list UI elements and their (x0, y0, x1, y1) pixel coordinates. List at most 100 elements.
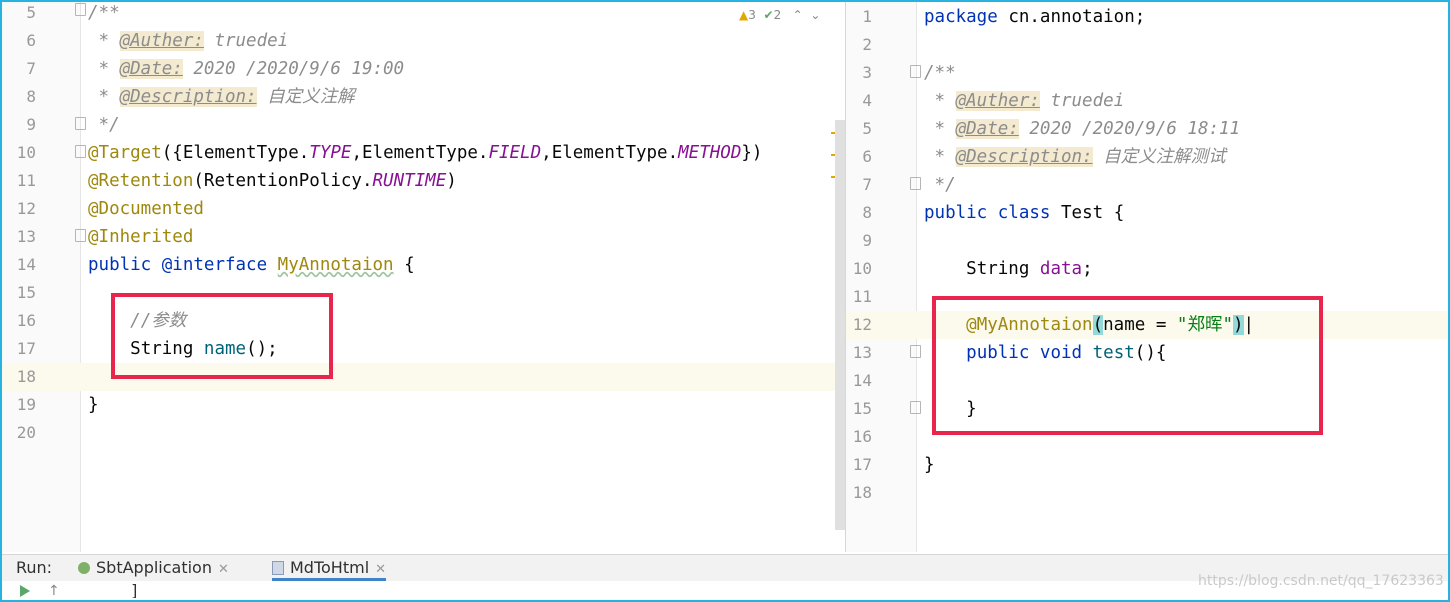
run-tab-label: MdToHtml (290, 558, 370, 577)
code-line[interactable]: 14 public @interface MyAnnotaion { (2, 251, 845, 279)
line-number: 5 (862, 119, 872, 138)
doc-close: */ (98, 115, 120, 135)
code-line[interactable]: 3 /** (846, 59, 1448, 87)
fold-icon[interactable] (75, 145, 86, 158)
code-text: @Retention(RetentionPolicy.RUNTIME) (88, 171, 457, 191)
code-line[interactable]: 7 * @Date: 2020 /2020/9/6 19:00 (2, 55, 845, 83)
line-number: 9 (26, 115, 36, 134)
code-line[interactable]: 11 @Retention(RetentionPolicy.RUNTIME) (2, 167, 845, 195)
right-editor-pane[interactable]: 1 package cn.annotaion; 2 3 /** 4 * @Aut… (846, 2, 1448, 552)
line-number: 2 (862, 35, 872, 54)
code-line[interactable]: 9 (846, 227, 1448, 255)
code-text: * @Date: 2020 /2020/9/6 19:00 (88, 59, 405, 79)
type-token: RetentionPolicy (203, 171, 362, 191)
fold-icon[interactable] (910, 177, 921, 190)
doc-tag: @Description: (119, 87, 257, 107)
keyword-token: @interface (161, 255, 268, 275)
line-number: 8 (26, 87, 36, 106)
line-number: 19 (16, 395, 36, 414)
line-number: 11 (852, 287, 872, 306)
fold-icon[interactable] (75, 117, 86, 130)
fold-icon[interactable] (910, 65, 921, 78)
code-line[interactable]: 12 @Documented (2, 195, 845, 223)
field-token: data (1039, 259, 1083, 279)
type-token: ElementType (362, 143, 478, 163)
code-text: public class Test { (924, 203, 1125, 223)
line-number: 1 (862, 7, 872, 26)
code-line[interactable]: 8 * @Description: 自定义注解 (2, 83, 845, 111)
run-tab-sbtapplication[interactable]: SbtApplication ✕ (78, 555, 229, 581)
line-number: 13 (16, 227, 36, 246)
inspection-widget[interactable]: ▲3 ✔2 ⌃ ⌄ (739, 8, 820, 22)
fold-icon[interactable] (910, 345, 921, 358)
doc-tag: @Auther: (119, 31, 204, 51)
code-line[interactable]: 7 */ (846, 171, 1448, 199)
code-text: String data; (966, 259, 1093, 279)
code-text: public @interface MyAnnotaion { (88, 255, 415, 275)
fold-icon[interactable] (910, 401, 921, 414)
line-number: 4 (862, 91, 872, 110)
code-line[interactable]: 2 (846, 31, 1448, 59)
doc-tag: @Description: (955, 147, 1093, 167)
code-text: package cn.annotaion; (924, 3, 1145, 31)
constant-token: RUNTIME (372, 171, 447, 191)
fold-icon[interactable] (75, 3, 86, 16)
line-number: 18 (16, 367, 36, 386)
left-editor-pane[interactable]: 5 /** 6 * @Auther: truedei 7 * @Date: 20… (2, 2, 845, 552)
line-number: 16 (16, 311, 36, 330)
rerun-icon[interactable] (20, 585, 30, 597)
code-text: @Inherited (88, 227, 194, 247)
code-line[interactable]: 10 String data; (846, 255, 1448, 283)
code-line[interactable]: 5 * @Date: 2020 /2020/9/6 18:11 (846, 115, 1448, 143)
code-line[interactable]: 9 */ (2, 111, 845, 139)
run-tab-label: SbtApplication (96, 558, 212, 577)
vertical-scrollbar[interactable] (835, 120, 845, 530)
code-line[interactable]: 20 (2, 419, 845, 447)
close-icon[interactable]: ✕ (375, 562, 386, 577)
close-icon[interactable]: ✕ (218, 562, 229, 577)
doc-value: 2020 /2020/9/6 18:11 (1029, 119, 1241, 139)
code-text: /** (924, 63, 956, 83)
line-number: 3 (862, 63, 872, 82)
constant-token: FIELD (488, 143, 542, 163)
line-number: 6 (862, 147, 872, 166)
fold-icon[interactable] (75, 229, 86, 242)
line-number: 17 (852, 455, 872, 474)
constant-token: TYPE (309, 143, 352, 163)
code-text: */ (924, 171, 956, 199)
code-line[interactable]: 10 @Target({ElementType.TYPE,ElementType… (2, 139, 845, 167)
code-line[interactable]: 5 /** (2, 2, 845, 27)
line-number: 16 (852, 427, 872, 446)
run-tab-mdtohtml[interactable]: MdToHtml ✕ (272, 555, 387, 581)
code-line[interactable]: 19 } (2, 391, 845, 419)
annotation-name: MyAnnotaion (277, 255, 394, 275)
type-token: ElementType (551, 143, 668, 163)
code-line[interactable]: 4 * @Auther: truedei (846, 87, 1448, 115)
constant-token: METHOD (678, 143, 742, 163)
chevron-down-icon[interactable]: ⌄ (810, 8, 820, 22)
line-number: 8 (862, 203, 872, 222)
code-line[interactable]: 8 public class Test { (846, 199, 1448, 227)
code-line[interactable]: 1 package cn.annotaion; (846, 3, 1448, 31)
up-arrow-icon[interactable]: ↑ (48, 583, 60, 598)
code-line[interactable]: 13 @Inherited (2, 223, 845, 251)
code-line[interactable]: 6 * @Description: 自定义注解测试 (846, 143, 1448, 171)
code-line[interactable]: 18 (846, 479, 1448, 507)
code-text: @Documented (88, 199, 204, 219)
line-number: 20 (16, 423, 36, 442)
highlight-box (111, 293, 333, 379)
console-output: ] (130, 581, 140, 598)
keyword-token: public (924, 203, 988, 223)
chevron-up-icon[interactable]: ⌃ (793, 8, 803, 22)
keyword-token: public (88, 255, 152, 275)
code-text: @Target({ElementType.TYPE,ElementType.FI… (88, 143, 763, 163)
code-line[interactable]: 17 } (846, 451, 1448, 479)
doc-tag: @Auther: (955, 91, 1040, 111)
annotation-token: @Retention (88, 171, 194, 191)
doc-value: truedei (214, 31, 289, 51)
type-token: ElementType (182, 143, 299, 163)
code-text: * @Auther: truedei (924, 91, 1125, 111)
code-line[interactable]: 6 * @Auther: truedei (2, 27, 845, 55)
line-number: 10 (16, 143, 36, 162)
line-number: 5 (26, 3, 36, 22)
